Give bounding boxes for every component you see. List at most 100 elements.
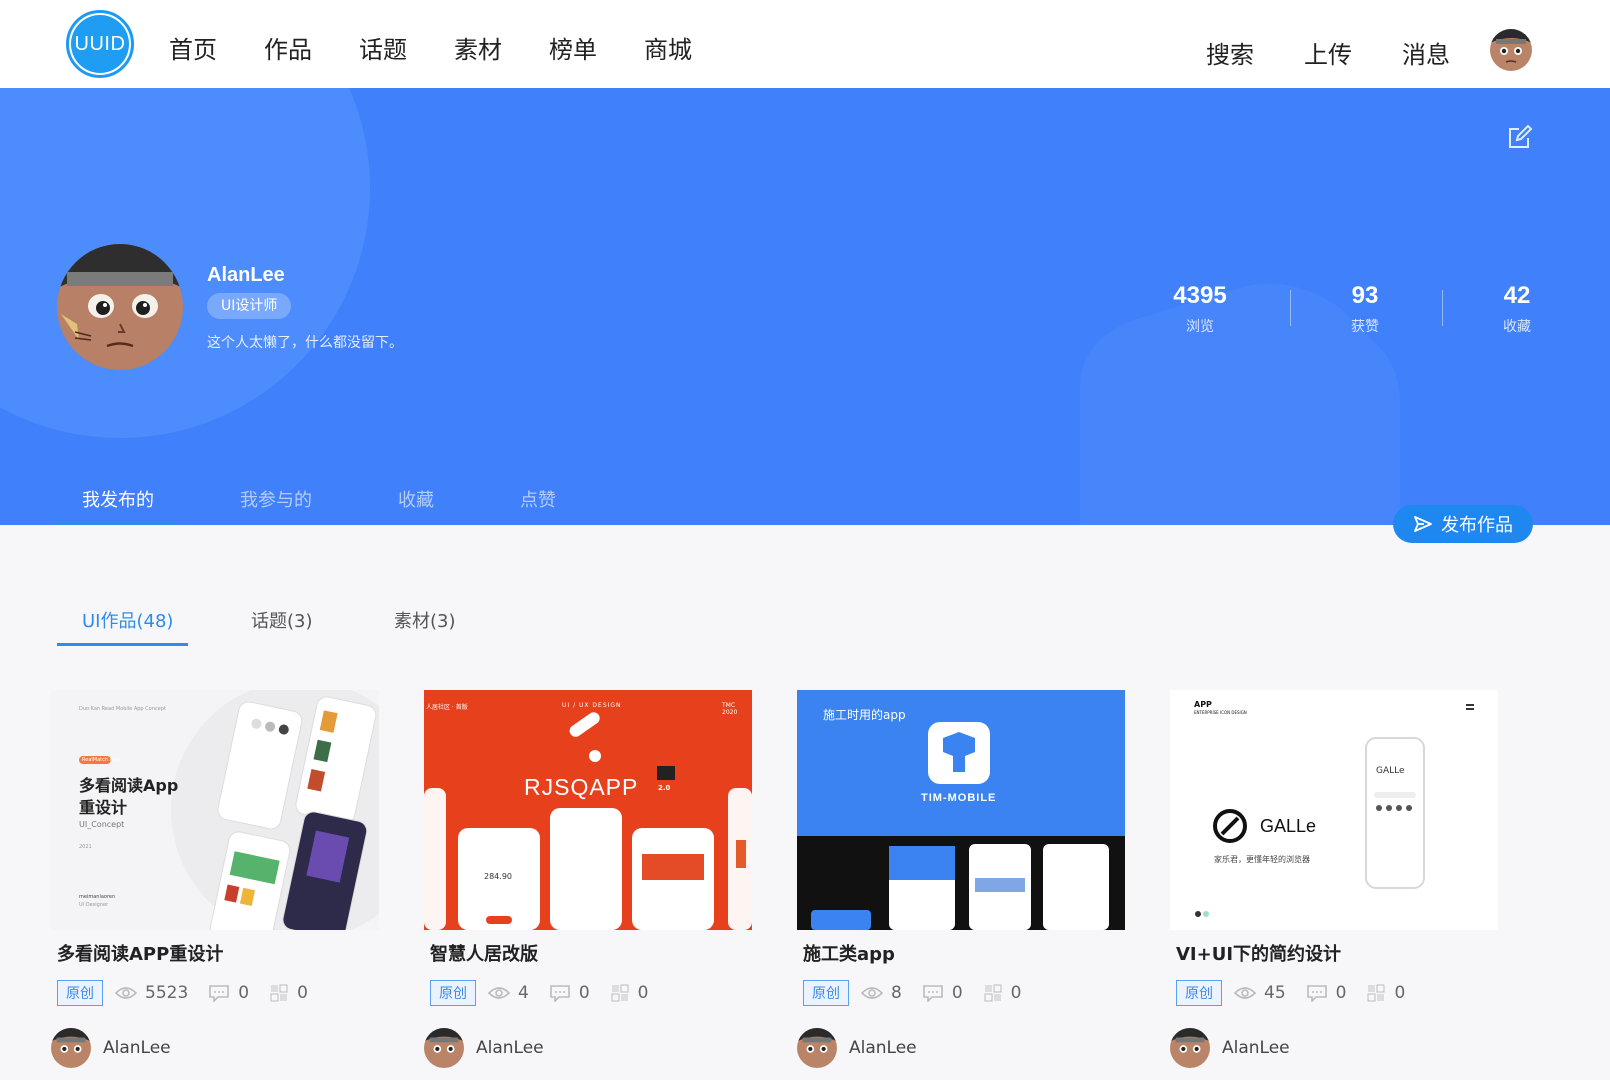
- work-card[interactable]: 人居社区 · 首版 UI / UX DESIGN TMC 2020 RJSQAP…: [424, 690, 754, 1068]
- author-name[interactable]: AlanLee: [849, 1038, 917, 1058]
- thumb-foot: meimanlaoren: [79, 894, 116, 900]
- work-title[interactable]: 多看阅读APP重设计: [51, 940, 381, 966]
- thumb-sub: UI_Concept: [79, 820, 125, 829]
- eye-icon: [861, 987, 883, 999]
- author-name[interactable]: AlanLee: [476, 1038, 544, 1058]
- work-meta: 原创 4 0 0: [424, 980, 754, 1006]
- author-avatar[interactable]: [797, 1028, 837, 1068]
- collects-value: 0: [637, 983, 649, 1003]
- logo[interactable]: UUID: [66, 10, 134, 78]
- comments-value: 0: [238, 983, 250, 1003]
- thumb-price: 284.90: [484, 872, 512, 881]
- views-value: 45: [1264, 983, 1286, 1003]
- tab-my-published[interactable]: 我发布的: [82, 486, 154, 512]
- thumb-sub-2: XIANTANG: [570, 826, 596, 832]
- thumb-top-left: 人居社区 · 首版: [426, 704, 468, 711]
- thumb-brand: TIM-MOBILE: [921, 792, 997, 804]
- author-avatar[interactable]: [51, 1028, 91, 1068]
- comments-count: 0: [922, 983, 963, 1003]
- comments-value: 0: [1335, 983, 1347, 1003]
- thumb-top-right: TMC 2020: [722, 702, 738, 716]
- collect-icon: [270, 984, 288, 1002]
- nav-topics[interactable]: 话题: [359, 30, 407, 65]
- thumb-foot-2: UI Designer: [79, 902, 109, 908]
- sub-tab-indicator: [57, 643, 188, 646]
- collects-value: 0: [1394, 983, 1406, 1003]
- views-count: 8: [861, 983, 902, 1003]
- work-title[interactable]: VI+UI下的简约设计: [1170, 940, 1500, 966]
- work-thumbnail[interactable]: Duo Kan Read Mobile App Concept RealMatc…: [51, 690, 379, 930]
- tab-ui-works[interactable]: UI作品(48): [82, 607, 173, 633]
- work-thumbnail[interactable]: APP ENTERPRISE ICON DESIGN GALLe GALLe 家…: [1170, 690, 1498, 930]
- author-name[interactable]: AlanLee: [1222, 1038, 1290, 1058]
- stat-views-label: 浏览: [1186, 319, 1214, 335]
- work-meta: 原创 5523 0 0: [51, 980, 381, 1006]
- collects-value: 0: [297, 983, 308, 1003]
- tab-likes[interactable]: 点赞: [520, 486, 556, 512]
- comment-icon: [1306, 985, 1327, 1002]
- stat-likes-value: 93: [1351, 282, 1379, 309]
- active-tab-indicator: [57, 522, 177, 525]
- nav-home[interactable]: 首页: [169, 30, 217, 65]
- views-count: 5523: [115, 983, 188, 1003]
- collects-count: 0: [610, 983, 649, 1003]
- work-title[interactable]: 施工类app: [797, 940, 1127, 966]
- tab-participated[interactable]: 我参与的: [240, 486, 312, 512]
- original-tag: 原创: [57, 980, 103, 1006]
- work-card[interactable]: Duo Kan Read Mobile App Concept RealMatc…: [51, 690, 381, 1068]
- nav-works[interactable]: 作品: [264, 30, 312, 65]
- nav-upload[interactable]: 上传: [1304, 35, 1352, 70]
- work-card[interactable]: 施工时用的app TIM-MOBILE 施工类app 原创 8 0 0 Alan…: [797, 690, 1127, 1068]
- work-author[interactable]: AlanLee: [797, 1028, 1127, 1068]
- top-navbar: UUID 首页 作品 话题 素材 榜单 商城 搜索 上传 消息: [0, 0, 1610, 88]
- tab-favorites[interactable]: 收藏: [398, 486, 434, 512]
- stat-favorites: 42 收藏: [1472, 282, 1562, 336]
- comments-count: 0: [208, 983, 249, 1003]
- stat-divider: [1290, 290, 1291, 326]
- thumb-pill: RealMatch App: [82, 757, 120, 763]
- nav-search[interactable]: 搜索: [1206, 35, 1254, 70]
- views-count: 45: [1234, 983, 1286, 1003]
- nav-rankings[interactable]: 榜单: [549, 30, 597, 65]
- thumb-brand: GALLe: [1260, 816, 1317, 836]
- views-value: 5523: [145, 983, 189, 1003]
- thumb-small-text: Duo Kan Read Mobile App Concept: [79, 706, 166, 712]
- edit-icon[interactable]: [1507, 124, 1533, 150]
- tab-topics[interactable]: 话题(3): [251, 607, 313, 633]
- collect-icon: [984, 984, 1002, 1002]
- collects-count: 0: [1366, 983, 1405, 1003]
- work-author[interactable]: AlanLee: [424, 1028, 754, 1068]
- thumb-brand: RJSQAPP: [524, 774, 639, 800]
- collects-count: 0: [269, 983, 308, 1003]
- author-avatar[interactable]: [1170, 1028, 1210, 1068]
- work-author[interactable]: AlanLee: [51, 1028, 381, 1068]
- thumb-top: APP: [1194, 700, 1212, 709]
- nav-mall[interactable]: 商城: [644, 30, 692, 65]
- eye-icon: [1234, 987, 1256, 999]
- comments-count: 0: [1306, 983, 1347, 1003]
- publish-work-button[interactable]: 发布作品: [1393, 505, 1533, 543]
- thumb-sub-1: 等于: [580, 811, 591, 817]
- collects-count: 0: [983, 983, 1022, 1003]
- work-title[interactable]: 智慧人居改版: [424, 940, 754, 966]
- tab-materials[interactable]: 素材(3): [394, 607, 456, 633]
- nav-messages[interactable]: 消息: [1402, 35, 1450, 70]
- stat-likes: 93 获赞: [1320, 282, 1410, 336]
- stat-views-value: 4395: [1173, 282, 1227, 309]
- send-icon: [1414, 516, 1432, 532]
- work-thumbnail[interactable]: 人居社区 · 首版 UI / UX DESIGN TMC 2020 RJSQAP…: [424, 690, 752, 930]
- user-avatar[interactable]: [1490, 29, 1532, 71]
- work-author[interactable]: AlanLee: [1170, 1028, 1500, 1068]
- author-avatar[interactable]: [424, 1028, 464, 1068]
- nav-materials[interactable]: 素材: [454, 30, 502, 65]
- author-name[interactable]: AlanLee: [103, 1038, 171, 1058]
- thumb-heading-2: 重设计: [79, 798, 128, 817]
- collect-icon: [1367, 984, 1385, 1002]
- work-card[interactable]: APP ENTERPRISE ICON DESIGN GALLe GALLe 家…: [1170, 690, 1500, 1068]
- work-thumbnail[interactable]: 施工时用的app TIM-MOBILE: [797, 690, 1125, 930]
- original-tag: 原创: [803, 980, 849, 1006]
- stat-favorites-label: 收藏: [1503, 319, 1531, 335]
- collects-value: 0: [1010, 983, 1022, 1003]
- collect-icon: [611, 984, 629, 1002]
- profile-avatar[interactable]: [57, 244, 183, 370]
